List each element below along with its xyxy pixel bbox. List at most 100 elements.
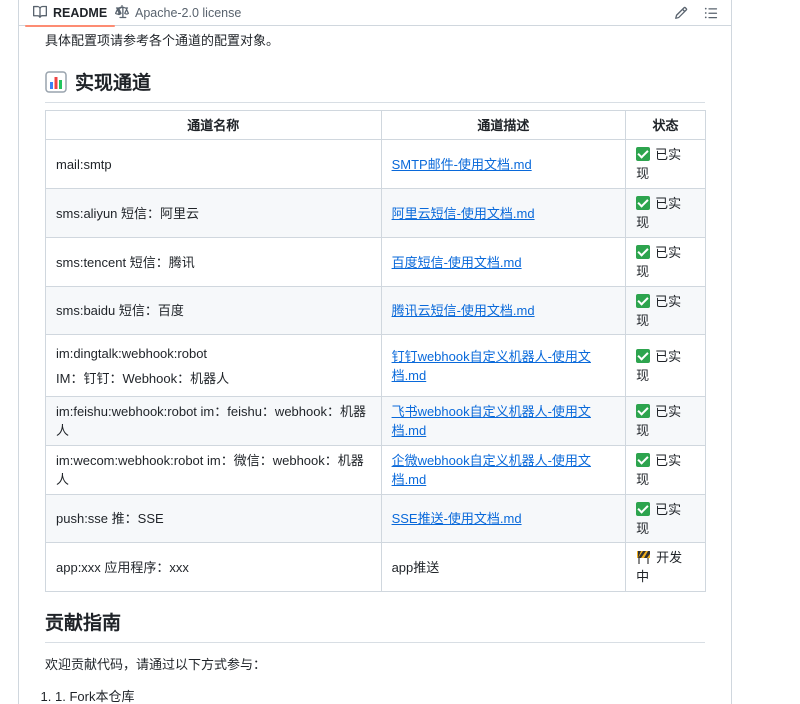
check-mark-icon xyxy=(636,147,651,161)
channel-name: im:wecom:webhook:robot im：微信：webhook：机器人 xyxy=(56,453,364,487)
status-cell: 已实现 xyxy=(625,445,706,495)
doc-link[interactable]: 百度短信-使用文档.md xyxy=(392,255,522,270)
status-text: 已实 xyxy=(655,196,682,211)
status-text-wrap: 中 xyxy=(636,569,650,584)
doc-link[interactable]: 腾讯云短信-使用文档.md xyxy=(392,303,535,318)
status-line: 已实 xyxy=(636,194,695,213)
status-text: 已实 xyxy=(655,501,682,517)
doc-link[interactable]: 阿里云短信-使用文档.md xyxy=(392,206,535,221)
check-mark-icon xyxy=(636,348,651,363)
channel-name-cell: sms:baidu 短信：百度 xyxy=(45,286,382,335)
doc-link[interactable]: SSE推送-使用文档.md xyxy=(392,511,522,526)
list-number: 1. xyxy=(55,689,70,704)
channel-desc-cell: 阿里云短信-使用文档.md xyxy=(380,188,627,238)
table-row: app:xxx 应用程序：xxx app推送 开发中 xyxy=(45,542,706,592)
channel-name-alias: IM：钉钉：Webhook：机器人 xyxy=(56,370,230,386)
status-line: 已实 xyxy=(636,500,695,519)
check-mark-icon xyxy=(636,196,651,210)
status-text: 已实 xyxy=(655,293,682,309)
channel-name-cell: sms:aliyun 短信：阿里云 xyxy=(45,188,382,238)
channel-desc-cell: 钉钉webhook自定义机器人-使用文档.md xyxy=(380,334,627,397)
channel-desc-cell: app推送 xyxy=(380,542,627,592)
status-cell: 已实现 xyxy=(625,494,706,543)
check-mark-icon xyxy=(636,453,651,467)
table-row: im:dingtalk:webhook:robot IM：钉钉：Webhook：机… xyxy=(45,334,706,397)
status-line: 已实 xyxy=(636,145,695,164)
section-title: 实现通道 xyxy=(75,73,152,94)
status-cell: 已实现 xyxy=(625,188,706,238)
channel-desc-cell: SMTP邮件-使用文档.md xyxy=(380,139,627,189)
contrib-steps: 1. Fork本仓库 xyxy=(55,686,134,704)
channel-desc-cell: 百度短信-使用文档.md xyxy=(380,237,627,287)
channel-name: push:sse 推：SSE xyxy=(56,511,164,526)
channel-name: im:feishu:webhook:robot im：feishu：webhoo… xyxy=(56,404,366,438)
doc-link[interactable]: 企微webhook自定义机器人-使用文档.md xyxy=(392,453,591,487)
status-text-wrap: 现 xyxy=(636,520,650,536)
law-scale-icon xyxy=(114,4,130,22)
status-text-wrap: 现 xyxy=(636,472,650,487)
status-text-wrap: 现 xyxy=(636,264,650,279)
table-row: sms:baidu 短信：百度 腾讯云短信-使用文档.md 已实现 xyxy=(45,286,706,335)
channel-name-cell: app:xxx 应用程序：xxx xyxy=(45,542,382,592)
channel-name: sms:aliyun 短信：阿里云 xyxy=(56,205,200,221)
bar-chart-icon xyxy=(45,70,67,93)
channel-name-cell: sms:tencent 短信：腾讯 xyxy=(45,237,382,287)
status-text-wrap: 现 xyxy=(636,367,650,383)
check-mark-icon xyxy=(636,404,651,418)
check-mark-icon xyxy=(636,501,651,516)
status-cell: 已实现 xyxy=(625,334,706,397)
table-row: im:feishu:webhook:robot im：feishu：webhoo… xyxy=(45,396,706,446)
channel-name-cell: im:wecom:webhook:robot im：微信：webhook：机器人 xyxy=(45,445,382,495)
doc-link[interactable]: 飞书webhook自定义机器人-使用文档.md xyxy=(392,404,591,438)
readme-panel: README Apache-2.0 license 具体配置项请参考各个通道的配… xyxy=(18,0,732,704)
status-line: 已实 xyxy=(636,292,695,311)
tab-readme-label: README xyxy=(53,6,108,20)
status-line: 已实 xyxy=(636,451,695,470)
channel-name: mail:smtp xyxy=(56,156,112,172)
table-row: sms:tencent 短信：腾讯 百度短信-使用文档.md 已实现 xyxy=(45,237,706,287)
check-mark-icon xyxy=(636,293,651,308)
status-line: 开发 xyxy=(636,548,695,567)
channel-name: sms:tencent 短信：腾讯 xyxy=(56,254,195,270)
status-text-wrap: 现 xyxy=(636,312,650,328)
status-text-wrap: 现 xyxy=(636,215,650,230)
table-header-row: 通道名称 通道描述 状态 xyxy=(45,110,706,140)
edit-pencil-icon[interactable] xyxy=(671,3,691,23)
table-row: sms:aliyun 短信：阿里云 阿里云短信-使用文档.md 已实现 xyxy=(45,188,706,238)
doc-link[interactable]: 钉钉webhook自定义机器人-使用文档.md xyxy=(392,349,591,383)
table-row: mail:smtp SMTP邮件-使用文档.md 已实现 xyxy=(45,139,706,189)
section-heading-channels: 实现通道 xyxy=(45,68,705,103)
section-title: 贡献指南 xyxy=(45,613,122,634)
doc-link[interactable]: SMTP邮件-使用文档.md xyxy=(392,157,532,172)
status-line: 已实 xyxy=(636,402,695,421)
status-text-wrap: 现 xyxy=(636,166,650,181)
intro-text: 具体配置项请参考各个通道的配置对象。 xyxy=(45,33,280,48)
tab-readme[interactable]: README xyxy=(24,0,116,27)
status-text: 已实 xyxy=(655,147,682,162)
channel-desc-cell: 飞书webhook自定义机器人-使用文档.md xyxy=(380,396,627,446)
channel-name: sms:baidu 短信：百度 xyxy=(56,303,184,318)
section-heading-contributing: 贡献指南 xyxy=(45,608,705,643)
outline-list-icon[interactable] xyxy=(701,3,721,23)
status-text: 已实 xyxy=(655,453,682,468)
status-line: 已实 xyxy=(636,347,695,366)
readme-tabbar: README Apache-2.0 license xyxy=(19,0,731,27)
book-icon xyxy=(33,5,47,22)
table-row: push:sse 推：SSE SSE推送-使用文档.md 已实现 xyxy=(45,494,706,543)
status-text-wrap: 现 xyxy=(636,423,650,438)
table-row: im:wecom:webhook:robot im：微信：webhook：机器人… xyxy=(45,445,706,495)
construction-icon xyxy=(637,551,651,564)
channels-table: 通道名称 通道描述 状态 mail:smtp SMTP邮件-使用文档.md 已实现 s… xyxy=(45,110,706,592)
header-channel-desc: 通道描述 xyxy=(380,110,627,140)
contrib-text: 欢迎贡献代码，请通过以下方式参与： xyxy=(45,657,267,672)
channel-name: im:dingtalk:webhook:robot xyxy=(56,345,208,361)
tab-license[interactable]: Apache-2.0 license xyxy=(114,0,241,26)
channel-name-cell: push:sse 推：SSE xyxy=(45,494,382,543)
channel-desc: app推送 xyxy=(391,559,440,575)
channel-desc-cell: 企微webhook自定义机器人-使用文档.md xyxy=(380,445,627,495)
channel-desc-cell: SSE推送-使用文档.md xyxy=(380,494,627,543)
status-cell: 已实现 xyxy=(625,237,706,287)
status-cell: 已实现 xyxy=(625,139,706,189)
list-item: 1. Fork本仓库 xyxy=(55,686,134,704)
check-mark-icon xyxy=(636,245,651,259)
